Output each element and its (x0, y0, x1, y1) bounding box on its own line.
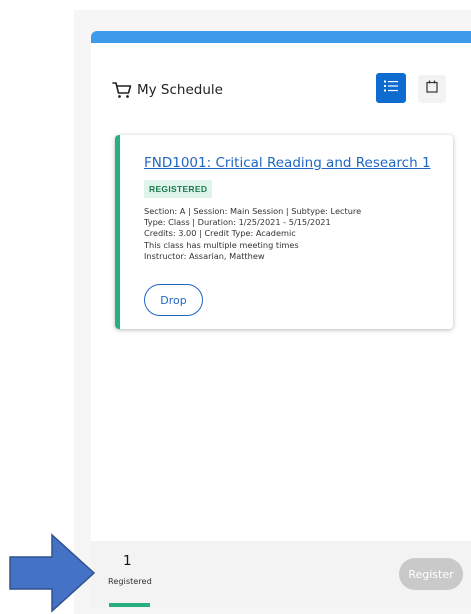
course-title-link[interactable]: FND1001: Critical Reading and Research 1 (144, 155, 431, 171)
calendar-icon (426, 80, 438, 98)
course-details: Section: A | Session: Main Session | Sub… (144, 206, 361, 262)
cart-icon (112, 80, 132, 100)
drop-button[interactable]: Drop (144, 284, 203, 316)
page-title: My Schedule (137, 82, 223, 98)
pointer-arrow-icon (9, 533, 96, 613)
course-detail-line: This class has multiple meeting times (144, 239, 299, 250)
course-detail-line: Instructor: Assarian, Matthew (144, 250, 265, 261)
registered-count: 1 (123, 553, 132, 569)
footer-bar: 1 Registered Register (91, 541, 471, 608)
list-icon (384, 79, 398, 97)
course-detail-line: Section: A | Session: Main Session | Sub… (144, 206, 362, 216)
course-detail-line: Type: Class | Duration: 1/25/2021 - 5/15… (144, 217, 331, 228)
status-badge: REGISTERED (144, 180, 213, 198)
schedule-panel: My Schedule FND1001: Critical Reading an… (91, 31, 471, 608)
course-detail-line: Credits: 3.00 | Credit Type: Academic (144, 228, 296, 239)
course-card: FND1001: Critical Reading and Research 1… (115, 135, 453, 329)
registered-count-label: Registered (108, 576, 152, 586)
card-status-accent (115, 135, 120, 329)
registered-tab-indicator (109, 603, 150, 607)
schedule-header: My Schedule (112, 78, 223, 102)
top-accent-bar (91, 31, 471, 43)
calendar-view-button[interactable] (418, 75, 446, 103)
list-view-button[interactable] (376, 73, 406, 103)
register-button[interactable]: Register (399, 558, 463, 590)
